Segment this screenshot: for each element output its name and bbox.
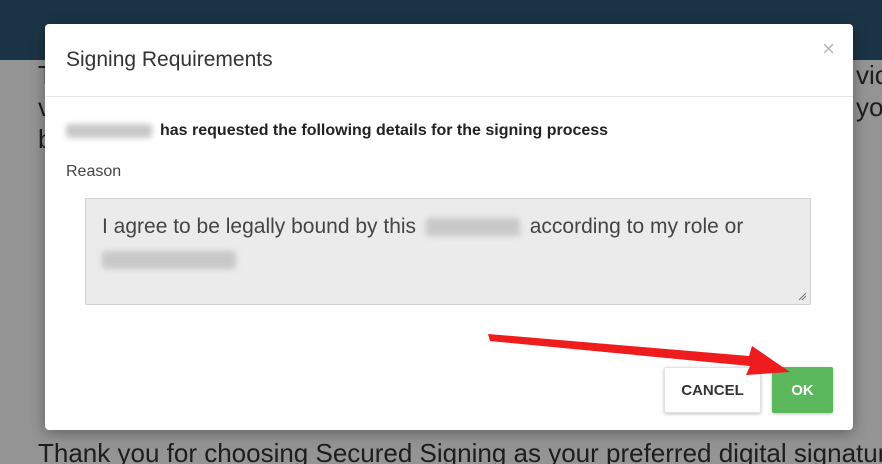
signing-requirements-dialog: Signing Requirements × has requested the…	[45, 24, 853, 430]
redacted-document-word	[425, 218, 520, 237]
redacted-reason-continuation	[102, 251, 236, 269]
reason-text-part1: I agree to be legally bound by this	[102, 215, 417, 238]
reason-text-part2: according to my role or	[529, 215, 744, 238]
request-text: has requested the following details for …	[160, 122, 609, 139]
reason-label: Reason	[66, 163, 122, 180]
reason-textarea[interactable]: I agree to be legally bound by this acco…	[85, 198, 811, 305]
cancel-button[interactable]: CANCEL	[664, 367, 761, 413]
request-line: has requested the following details for …	[66, 122, 608, 140]
redacted-requester-name	[66, 124, 152, 138]
ok-button[interactable]: OK	[772, 367, 833, 413]
reason-text-line: I agree to be legally bound by this acco…	[102, 211, 794, 243]
resize-handle-icon[interactable]	[797, 291, 807, 301]
dialog-title: Signing Requirements	[66, 48, 273, 71]
dialog-header: Signing Requirements ×	[45, 24, 853, 97]
page: T v b vic yo Thank you for choosing Secu…	[0, 0, 882, 464]
close-icon[interactable]: ×	[822, 38, 835, 60]
